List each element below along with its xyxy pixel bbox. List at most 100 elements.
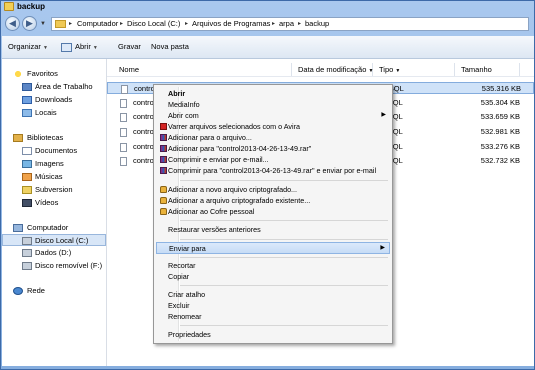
open-button[interactable]: Abrir ▼ <box>61 36 98 59</box>
menu-item-mediainfo[interactable]: MediaInfo <box>156 99 390 110</box>
winrar-icon <box>160 167 167 174</box>
menu-separator <box>180 180 388 181</box>
column-header-modified[interactable]: Data de modificação ▼ <box>292 63 373 76</box>
sidebar-item-libraries[interactable]: Bibliotecas <box>2 132 106 144</box>
command-bar: Organizar ▼ Abrir ▼ Gravar Nova pasta <box>2 36 534 59</box>
title-bar[interactable]: backup <box>1 1 534 13</box>
menu-item-compress-rar-email[interactable]: Comprimir para "control2013-04-26-13-49.… <box>156 165 390 176</box>
submenu-arrow-icon: ▶ <box>381 112 386 118</box>
menu-item-open[interactable]: Abrir <box>156 88 390 99</box>
drive-icon <box>22 249 32 257</box>
column-header-size[interactable]: Tamanho <box>455 63 520 76</box>
sidebar-item-removable[interactable]: Disco removível (F:) <box>2 260 106 272</box>
sidebar-item-documents[interactable]: Documentos <box>2 145 106 157</box>
menu-item-add-archive[interactable]: Adicionar para o arquivo... <box>156 132 390 143</box>
menu-separator <box>180 257 388 258</box>
sidebar-item-locais[interactable]: Locais <box>2 107 106 119</box>
folder-icon <box>4 2 14 11</box>
sidebar-item-downloads[interactable]: Downloads <box>2 94 106 106</box>
drive-icon <box>22 237 32 245</box>
sidebar-item-music[interactable]: Músicas <box>2 171 106 183</box>
chevron-right-icon[interactable]: ▸ <box>272 18 275 30</box>
chevron-right-icon[interactable]: ▸ <box>69 18 72 30</box>
file-icon <box>121 85 128 94</box>
back-button[interactable]: ◀ <box>5 16 20 31</box>
sidebar-item-disk-d[interactable]: Dados (D:) <box>2 247 106 259</box>
usb-drive-icon <box>22 262 32 270</box>
address-bar[interactable]: ▸ Computador ▸ Disco Local (C:) ▸ Arquiv… <box>51 17 529 31</box>
chevron-down-icon: ▼ <box>92 45 98 51</box>
submenu-arrow-icon: ▶ <box>380 245 385 251</box>
breadcrumb-program-files[interactable]: Arquivos de Programas <box>192 18 270 30</box>
window-title: backup <box>17 2 46 11</box>
menu-separator <box>180 285 388 286</box>
chevron-right-icon[interactable]: ▸ <box>185 18 188 30</box>
menu-item-delete[interactable]: Excluir <box>156 300 390 311</box>
sidebar-item-videos[interactable]: Vídeos <box>2 197 106 209</box>
menu-item-copy[interactable]: Copiar <box>156 271 390 282</box>
sidebar-item-images[interactable]: Imagens <box>2 158 106 170</box>
menu-item-send-to[interactable]: Enviar para ▶ <box>156 242 390 254</box>
menu-item-add-rar[interactable]: Adicionar para "control2013-04-26-13-49.… <box>156 143 390 154</box>
chevron-right-icon[interactable]: ▸ <box>298 18 301 30</box>
network-icon <box>13 287 23 295</box>
file-icon <box>120 128 127 137</box>
application-icon <box>61 42 72 52</box>
column-header-name[interactable]: Nome <box>113 63 292 76</box>
winrar-icon <box>160 156 167 163</box>
sidebar-item-subversion[interactable]: Subversion <box>2 184 106 196</box>
menu-item-restore[interactable]: Restaurar versões anteriores <box>156 224 390 235</box>
menu-separator <box>180 325 388 326</box>
menu-item-create-shortcut[interactable]: Criar atalho <box>156 289 390 300</box>
menu-item-avira[interactable]: Varrer arquivos selecionados com o Avira <box>156 121 390 132</box>
music-icon <box>22 173 32 181</box>
folder-icon <box>22 186 32 194</box>
menu-item-add-vault[interactable]: Adicionar ao Cofre pessoal <box>156 206 390 217</box>
address-row: ◀ ▶ ▼ ▸ Computador ▸ Disco Local (C:) ▸ … <box>1 13 534 35</box>
organize-button[interactable]: Organizar ▼ <box>8 36 48 59</box>
chevron-down-icon: ▼ <box>395 68 401 74</box>
menu-separator <box>180 220 388 221</box>
breadcrumb-backup[interactable]: backup <box>305 18 329 30</box>
file-icon <box>120 99 127 108</box>
winrar-icon <box>160 145 167 152</box>
sidebar-item-computer[interactable]: Computador <box>2 222 106 234</box>
context-menu: Abrir MediaInfo Abrir com ▶ Varrer arquiv… <box>153 84 393 344</box>
sidebar-item-favorites[interactable]: Favoritos <box>2 68 106 80</box>
download-icon <box>22 96 32 104</box>
column-header-type[interactable]: Tipo ▼ <box>373 63 455 76</box>
recent-pages-dropdown-icon[interactable]: ▼ <box>40 21 46 27</box>
menu-item-add-existing-encrypted[interactable]: Adicionar a arquivo criptografado existe… <box>156 195 390 206</box>
breadcrumb-disk-c[interactable]: Disco Local (C:) <box>127 18 180 30</box>
folder-icon <box>55 20 66 28</box>
menu-item-properties[interactable]: Propriedades <box>156 329 390 340</box>
sidebar-item-desktop[interactable]: Área de Trabalho <box>2 81 106 93</box>
burn-button[interactable]: Gravar <box>118 36 141 58</box>
document-icon <box>22 147 32 155</box>
lock-icon <box>160 197 167 204</box>
computer-icon <box>13 224 23 232</box>
sidebar-item-network[interactable]: Rede <box>2 285 106 297</box>
forward-button[interactable]: ▶ <box>22 16 37 31</box>
menu-item-cut[interactable]: Recortar <box>156 260 390 271</box>
new-folder-button[interactable]: Nova pasta <box>151 36 189 58</box>
library-icon <box>13 134 23 142</box>
video-icon <box>22 199 32 207</box>
menu-separator <box>180 239 388 240</box>
chevron-right-icon[interactable]: ▸ <box>120 18 123 30</box>
navigation-pane[interactable]: Favoritos Área de Trabalho Downloads Loc… <box>2 59 107 366</box>
menu-item-compress-email[interactable]: Comprimir e enviar por e-mail... <box>156 154 390 165</box>
breadcrumb-computer[interactable]: Computador <box>77 18 118 30</box>
winrar-icon <box>160 134 167 141</box>
star-icon <box>13 70 23 78</box>
file-icon <box>120 113 127 122</box>
desktop-icon <box>22 83 32 91</box>
lock-icon <box>160 186 167 193</box>
menu-item-add-new-encrypted[interactable]: Adicionar a novo arquivo criptografado..… <box>156 184 390 195</box>
breadcrumb-arpa[interactable]: arpa <box>279 18 294 30</box>
menu-item-open-with[interactable]: Abrir com ▶ <box>156 110 390 121</box>
file-icon <box>120 143 127 152</box>
menu-item-rename[interactable]: Renomear <box>156 311 390 322</box>
file-icon <box>120 157 127 166</box>
sidebar-item-disk-c[interactable]: Disco Local (C:) <box>2 234 106 246</box>
